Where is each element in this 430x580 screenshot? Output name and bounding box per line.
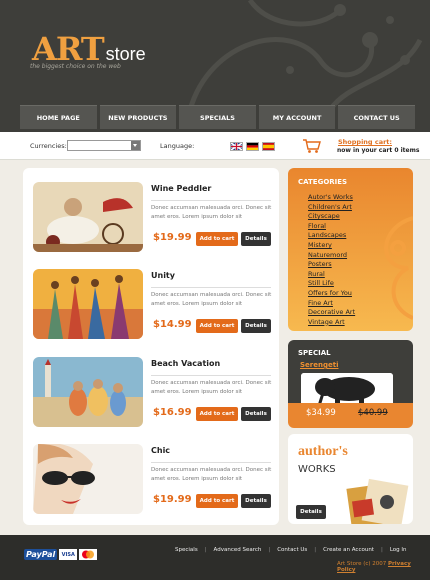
category-link[interactable]: Floral — [308, 222, 355, 232]
divider — [151, 375, 271, 376]
nav-home-page[interactable]: HOME PAGE — [20, 105, 97, 129]
product-name[interactable]: Wine Peddler — [151, 184, 211, 193]
details-button[interactable]: Details — [296, 505, 326, 519]
details-button[interactable]: Details — [241, 319, 271, 333]
footer-link-contact-us[interactable]: Contact Us — [277, 547, 307, 553]
product-price: $19.99 — [153, 232, 192, 243]
special-product-link[interactable]: Serengeti — [300, 361, 338, 369]
product-price: $16.99 — [153, 407, 192, 418]
divider — [151, 462, 271, 463]
nav-specials[interactable]: SPECIALS — [179, 105, 256, 129]
add-to-cart-button[interactable]: Add to cart — [196, 494, 238, 508]
category-link[interactable]: Still Life — [308, 279, 355, 289]
category-link[interactable]: Mistery — [308, 241, 355, 251]
product-price: $14.99 — [153, 319, 192, 330]
categories-panel: CATEGORIES Autor's Works Children's Art … — [288, 168, 413, 331]
separator: | — [204, 547, 207, 553]
details-button[interactable]: Details — [241, 232, 271, 246]
chic-image[interactable] — [33, 444, 143, 514]
shopping-cart-icon[interactable] — [302, 138, 322, 154]
product-description: Donec accumsan malesuada orci. Donec sit… — [151, 205, 272, 220]
cart-status: now in your cart 0 items — [337, 147, 420, 154]
product-description: Donec accumsan malesuada orci. Donec sit… — [151, 380, 272, 395]
details-button[interactable]: Details — [241, 494, 271, 508]
books-illustration — [346, 478, 409, 524]
product-name[interactable]: Unity — [151, 271, 175, 280]
add-to-cart-button[interactable]: Add to cart — [196, 407, 238, 421]
product-description: Donec accumsan malesuada orci. Donec sit… — [151, 292, 272, 307]
footer-links: Specials | Advanced Search | Contact Us | C… — [175, 547, 407, 553]
separator: | — [268, 547, 271, 553]
divider — [151, 287, 271, 288]
product-card: Wine Peddler Donec accumsan malesuada or… — [33, 182, 273, 270]
authors-works-panel: author's WORKS Details — [288, 434, 413, 524]
spanish-flag-icon[interactable] — [262, 142, 275, 151]
footer-link-log-in[interactable]: Log In — [390, 547, 407, 553]
serengeti-image[interactable] — [301, 373, 393, 406]
category-link[interactable]: Fine Art — [308, 299, 355, 309]
special-price-bar: $34.99 $40.99 — [288, 403, 413, 428]
german-flag-icon[interactable] — [246, 142, 259, 151]
product-name[interactable]: Beach Vacation — [151, 359, 220, 368]
category-list: Autor's Works Children's Art Cityscape F… — [308, 193, 355, 327]
footer-link-create-account[interactable]: Create an Account — [323, 547, 374, 553]
product-price: $19.99 — [153, 494, 192, 505]
category-link[interactable]: Landscapes — [308, 231, 355, 241]
main-nav: HOME PAGE NEW PRODUCTS SPECIALS MY ACCOU… — [20, 105, 415, 129]
nav-contact-us[interactable]: CONTACT US — [338, 105, 415, 129]
paypal-icon: PayPal — [24, 549, 58, 560]
separator: | — [314, 547, 317, 553]
header: ART store the biggest choice on the web H… — [0, 0, 430, 135]
category-link[interactable]: Children's Art — [308, 203, 355, 213]
decorative-swirl — [384, 216, 413, 320]
cart-title-link[interactable]: Shopping cart: — [338, 138, 392, 146]
category-link[interactable]: Autor's Works — [308, 193, 355, 203]
divider — [151, 200, 271, 201]
categories-title: CATEGORIES — [298, 178, 348, 186]
category-link[interactable]: Offers for You — [308, 289, 355, 299]
visa-icon: VISA — [59, 549, 78, 560]
language-label: Language: — [160, 142, 195, 150]
product-card: Unity Donec accumsan malesuada orci. Don… — [33, 269, 273, 357]
logo-store: store — [105, 44, 146, 64]
wine-peddler-image[interactable] — [33, 182, 143, 252]
product-name[interactable]: Chic — [151, 446, 170, 455]
copyright: Art Store (c) 2007 Privacy Policy — [337, 561, 430, 573]
footer-link-specials[interactable]: Specials — [175, 547, 198, 553]
product-card: Beach Vacation Donec accumsan malesuada … — [33, 357, 273, 445]
details-button[interactable]: Details — [241, 407, 271, 421]
category-link[interactable]: Vintage Art — [308, 318, 355, 328]
category-link[interactable]: Cityscape — [308, 212, 355, 222]
chevron-down-icon — [131, 141, 140, 150]
toolbar: Currencies: Language: Shopping cart: now… — [0, 132, 430, 160]
currencies-label: Currencies: — [30, 142, 67, 150]
special-price: $34.99 — [306, 408, 336, 418]
footer: PayPal VISA Specials | Advanced Search | C… — [0, 535, 430, 580]
authors-title: author's — [298, 444, 348, 459]
unity-image[interactable] — [33, 269, 143, 339]
category-link[interactable]: Naturemord — [308, 251, 355, 261]
special-title: SPECIAL — [298, 349, 331, 357]
slogan: the biggest choice on the web — [30, 63, 121, 70]
payment-methods: PayPal VISA — [24, 549, 98, 560]
product-description: Donec accumsan malesuada orci. Donec sit… — [151, 467, 272, 482]
works-label: WORKS — [298, 464, 336, 475]
currency-select[interactable] — [67, 140, 141, 151]
special-old-price: $40.99 — [358, 408, 388, 418]
nav-new-products[interactable]: NEW PRODUCTS — [99, 105, 177, 129]
category-link[interactable]: Rural — [308, 270, 355, 280]
beach-vacation-image[interactable] — [33, 357, 143, 427]
mastercard-icon — [79, 549, 98, 560]
product-card: Chic Donec accumsan malesuada orci. Done… — [33, 444, 273, 532]
add-to-cart-button[interactable]: Add to cart — [196, 232, 238, 246]
nav-my-account[interactable]: MY ACCOUNT — [258, 105, 336, 129]
category-link[interactable]: Posters — [308, 260, 355, 270]
separator: | — [380, 547, 383, 553]
add-to-cart-button[interactable]: Add to cart — [196, 319, 238, 333]
footer-link-advanced-search[interactable]: Advanced Search — [214, 547, 262, 553]
decorative-swirl — [187, 0, 423, 110]
product-list: Wine Peddler Donec accumsan malesuada or… — [23, 168, 279, 525]
category-link[interactable]: Decorative Art — [308, 308, 355, 318]
english-flag-icon[interactable] — [230, 142, 243, 151]
